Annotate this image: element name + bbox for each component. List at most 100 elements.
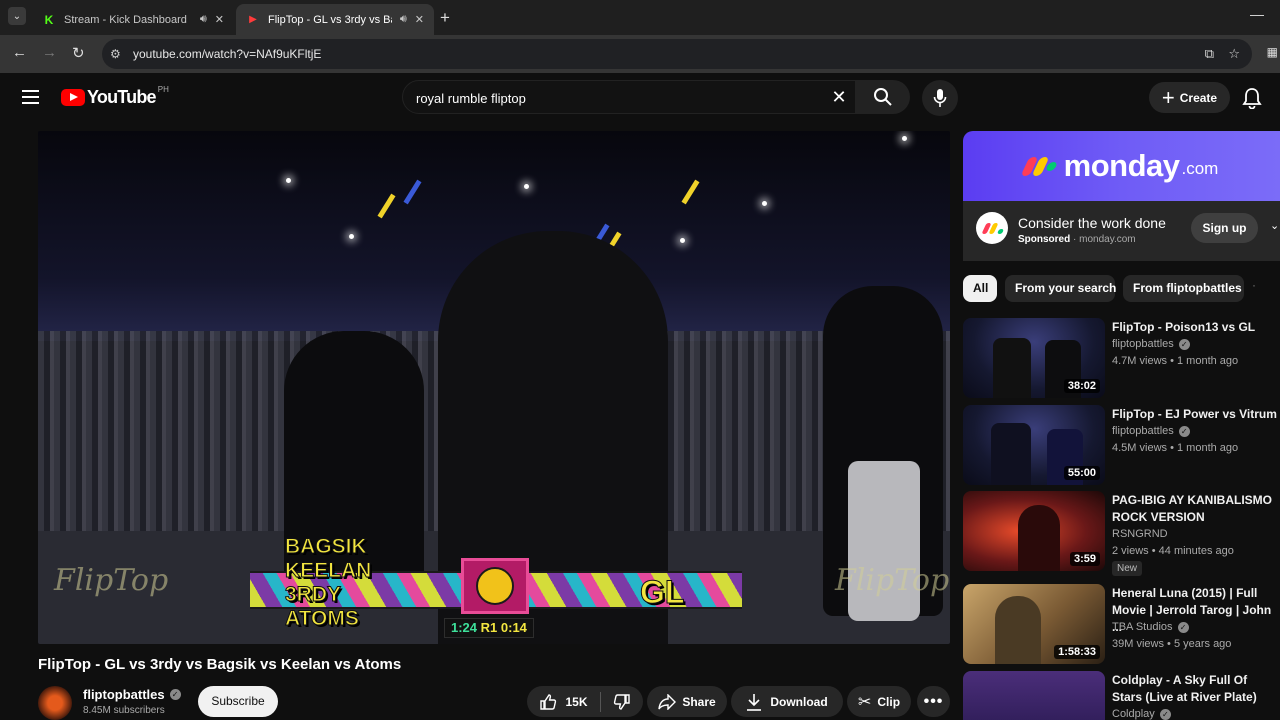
speaker-icon[interactable]: 🔊︎ (200, 13, 207, 26)
clear-search-icon[interactable]: ✕ (827, 85, 851, 109)
tab-search-icon[interactable]: ⌄ (8, 7, 26, 25)
video-thumbnail[interactable]: 55:00 (963, 405, 1105, 485)
reload-icon[interactable]: ↻ (72, 44, 85, 62)
youtube-logo[interactable]: YouTube PH (61, 85, 169, 108)
recommendation-title: PAG-IBIG AY KANIBALISMO ROCK VERSION (1112, 493, 1273, 524)
thumbnail-figure (993, 338, 1031, 398)
sign-up-button[interactable]: Sign up (1191, 213, 1258, 243)
video-duration: 3:59 (1069, 552, 1100, 566)
dislike-button[interactable] (613, 693, 631, 711)
cast-icon[interactable]: ⧉ (1205, 46, 1214, 62)
close-icon[interactable]: ✕ (415, 13, 424, 26)
country-code: PH (157, 85, 169, 94)
upload-age: 1 month ago (1177, 355, 1239, 367)
like-count: 15K (565, 694, 588, 709)
video-thumbnail[interactable]: 1:58:33 (963, 584, 1105, 664)
forward-icon[interactable]: → (42, 44, 57, 61)
channel-name: fliptopbattles (1112, 338, 1174, 350)
clip-button[interactable]: ✂ Clip (847, 686, 911, 717)
video-player[interactable]: FlipTop FlipTop BAGSIK KEELAN 3RDY ATOMS… (38, 131, 950, 644)
chip-from-your-search[interactable]: From your search (1005, 275, 1116, 302)
recommendation-item[interactable]: Coldplay - A Sky Full Of Stars (Live at … (963, 671, 1280, 720)
view-count: 2 views (1112, 545, 1149, 557)
youtube-play-icon (61, 89, 85, 106)
download-button[interactable]: Download (731, 686, 843, 717)
ad-info[interactable]: Consider the work done Sponsored · monda… (963, 201, 1280, 261)
kick-favicon-icon: K (44, 12, 54, 27)
search-input[interactable]: royal rumble fliptop ✕ (402, 80, 856, 114)
menu-icon[interactable] (22, 90, 39, 104)
subscribe-button[interactable]: Subscribe (198, 686, 278, 717)
new-badge: New (1112, 561, 1143, 576)
close-icon[interactable]: ✕ (215, 13, 224, 26)
recommendation-stats: 2 views • 44 minutes ago (1112, 545, 1234, 557)
search-button[interactable] (856, 80, 910, 114)
logo-text: YouTube (87, 87, 157, 107)
address-bar[interactable]: ⚙ youtube.com/watch?v=NAf9uKFltjE ⧉ ☆ (102, 39, 1252, 69)
share-label: Share (682, 694, 716, 709)
channel-name: TBA Studios (1112, 621, 1173, 633)
channel-name: Coldplay (1112, 708, 1155, 720)
recommendation-item[interactable]: 1:58:33 Heneral Luna (2015) | Full Movie… (963, 584, 1280, 664)
timer-round: R1 0:14 (480, 620, 527, 635)
recommendation-item[interactable]: 3:59 PAG-IBIG AY KANIBALISMO ROCK VERSIO… (963, 491, 1280, 576)
league-badge (461, 558, 529, 614)
extensions-icon[interactable]: ▦ (1267, 45, 1278, 59)
verified-check-icon: ✓ (1159, 708, 1171, 720)
view-count: 4.5M views (1112, 442, 1168, 454)
recommendation-stats: 39M views • 5 years ago (1112, 638, 1232, 650)
battler-name: ATOMS (284, 607, 359, 631)
video-title: FlipTop - GL vs 3rdy vs Bagsik vs Keelan… (38, 656, 402, 673)
site-info-icon[interactable]: ⚙ (110, 47, 121, 61)
video-thumbnail[interactable] (963, 671, 1105, 720)
monday-logo: monday .com (1020, 148, 1219, 184)
plus-icon: + (1161, 84, 1175, 110)
channel-name-link[interactable]: fliptopbattles ✓ (83, 687, 181, 702)
verified-check-icon: ✓ (169, 689, 181, 700)
battler-name-right: GL (639, 574, 685, 611)
video-thumbnail[interactable]: 38:02 (963, 318, 1105, 398)
more-actions-icon[interactable]: ••• (917, 686, 950, 717)
video-thumbnail[interactable]: 3:59 (963, 491, 1105, 571)
speaker-icon[interactable]: 🔊︎ (400, 13, 407, 26)
tab-youtube-video[interactable]: ▶ FlipTop - GL vs 3rdy vs Bag 🔊︎ ✕ (236, 4, 434, 35)
ad-banner[interactable]: monday .com (963, 131, 1280, 201)
recommendation-item[interactable]: 55:00 FlipTop - EJ Power vs Vitrum flipt… (963, 405, 1280, 485)
back-icon[interactable]: ← (12, 44, 27, 61)
download-icon (747, 693, 762, 711)
chip-from-fliptopbattles[interactable]: From fliptopbattles (1123, 275, 1244, 302)
share-arrow-icon (658, 693, 677, 710)
recommendation-item[interactable]: 38:02 FlipTop - Poison13 vs GL fliptopba… (963, 318, 1280, 398)
clip-label: Clip (877, 694, 901, 709)
channel-avatar[interactable] (38, 686, 72, 720)
video-duration: 38:02 (1063, 379, 1100, 393)
url-text: youtube.com/watch?v=NAf9uKFltjE (133, 47, 322, 61)
stage-light (902, 136, 907, 141)
bookmark-star-icon[interactable]: ☆ (1228, 46, 1240, 62)
youtube-masthead: YouTube PH royal rumble fliptop ✕ + Crea… (0, 73, 1280, 123)
share-button[interactable]: Share (647, 686, 727, 717)
voice-search-button[interactable] (922, 80, 958, 116)
new-tab-icon[interactable]: + (440, 8, 450, 28)
upload-age: 44 minutes ago (1158, 545, 1234, 557)
microphone-icon (933, 89, 947, 107)
tab-kick-dashboard[interactable]: K Stream - Kick Dashboard 🔊︎ ✕ (32, 4, 234, 35)
like-dislike-group: 15K (527, 686, 643, 717)
ad-headline: Consider the work done (1018, 215, 1166, 231)
minimize-icon[interactable]: — (1250, 6, 1264, 22)
fliptop-watermark: FlipTop (835, 563, 950, 598)
seal-icon (476, 567, 514, 605)
battler-name: 3RDY (284, 583, 342, 607)
thumbnail-figure (1018, 505, 1060, 571)
notifications-bell-icon[interactable] (1242, 87, 1262, 109)
browser-tab-strip: ⌄ K Stream - Kick Dashboard 🔊︎ ✕ ▶ FlipT… (0, 0, 1280, 35)
like-button[interactable]: 15K (539, 693, 588, 711)
chevron-down-icon[interactable]: ⌄ (1270, 219, 1279, 232)
brand-suffix: .com (1181, 159, 1219, 178)
channel-name: fliptopbattles (83, 687, 165, 702)
chip-all[interactable]: All (963, 275, 997, 302)
upload-age: 5 years ago (1173, 638, 1232, 650)
timer-clock: 1:24 (451, 620, 478, 635)
recommendation-title: FlipTop - EJ Power vs Vitrum (1112, 407, 1277, 421)
create-button[interactable]: + Create (1149, 82, 1230, 113)
